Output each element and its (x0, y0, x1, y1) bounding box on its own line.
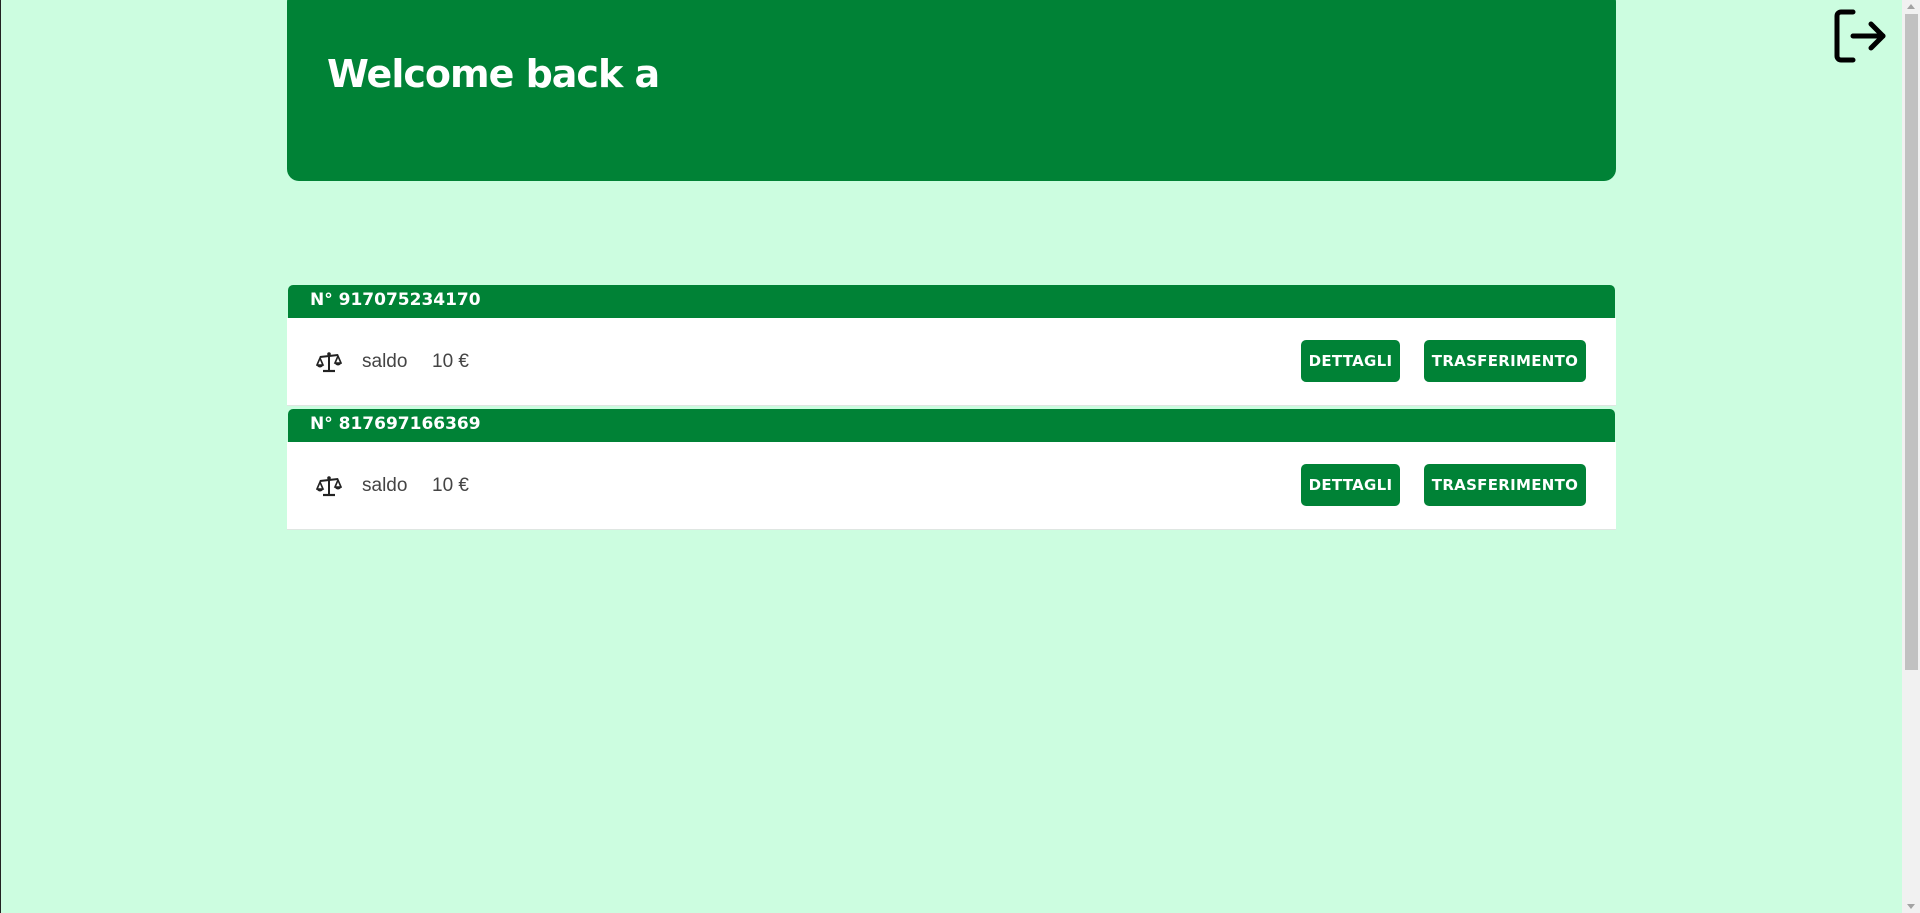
account-number: N° 917075234170 (288, 285, 1615, 318)
balance-label: saldo (362, 351, 408, 372)
scrollbar-thumb[interactable] (1905, 14, 1918, 670)
balance-label: saldo (362, 475, 408, 496)
account-number: N° 817697166369 (288, 409, 1615, 442)
logout-icon (1834, 9, 1886, 63)
account-card: N° 817697166369 saldo 10 € DETTAGLI TRAS… (287, 409, 1616, 530)
account-list: N° 917075234170 saldo 10 € DETTAGLI TRAS… (287, 285, 1616, 533)
welcome-banner: Welcome back a (287, 0, 1616, 181)
details-button[interactable]: DETTAGLI (1301, 340, 1400, 382)
transfer-button[interactable]: TRASFERIMENTO (1424, 464, 1586, 506)
balance-value: 10 € (432, 351, 469, 372)
scroll-up-icon[interactable] (1907, 4, 1915, 9)
scrollbar[interactable] (1902, 0, 1920, 913)
account-card: N° 917075234170 saldo 10 € DETTAGLI TRAS… (287, 285, 1616, 406)
account-body: saldo 10 € DETTAGLI TRASFERIMENTO (287, 442, 1616, 530)
page-title: Welcome back a (327, 52, 660, 96)
details-button[interactable]: DETTAGLI (1301, 464, 1400, 506)
account-body: saldo 10 € DETTAGLI TRASFERIMENTO (287, 318, 1616, 406)
balance-scale-icon (316, 476, 342, 497)
scroll-down-icon[interactable] (1907, 904, 1915, 909)
transfer-button[interactable]: TRASFERIMENTO (1424, 340, 1586, 382)
balance-scale-icon (316, 352, 342, 373)
balance-value: 10 € (432, 475, 469, 496)
logout-button[interactable] (1831, 6, 1891, 66)
